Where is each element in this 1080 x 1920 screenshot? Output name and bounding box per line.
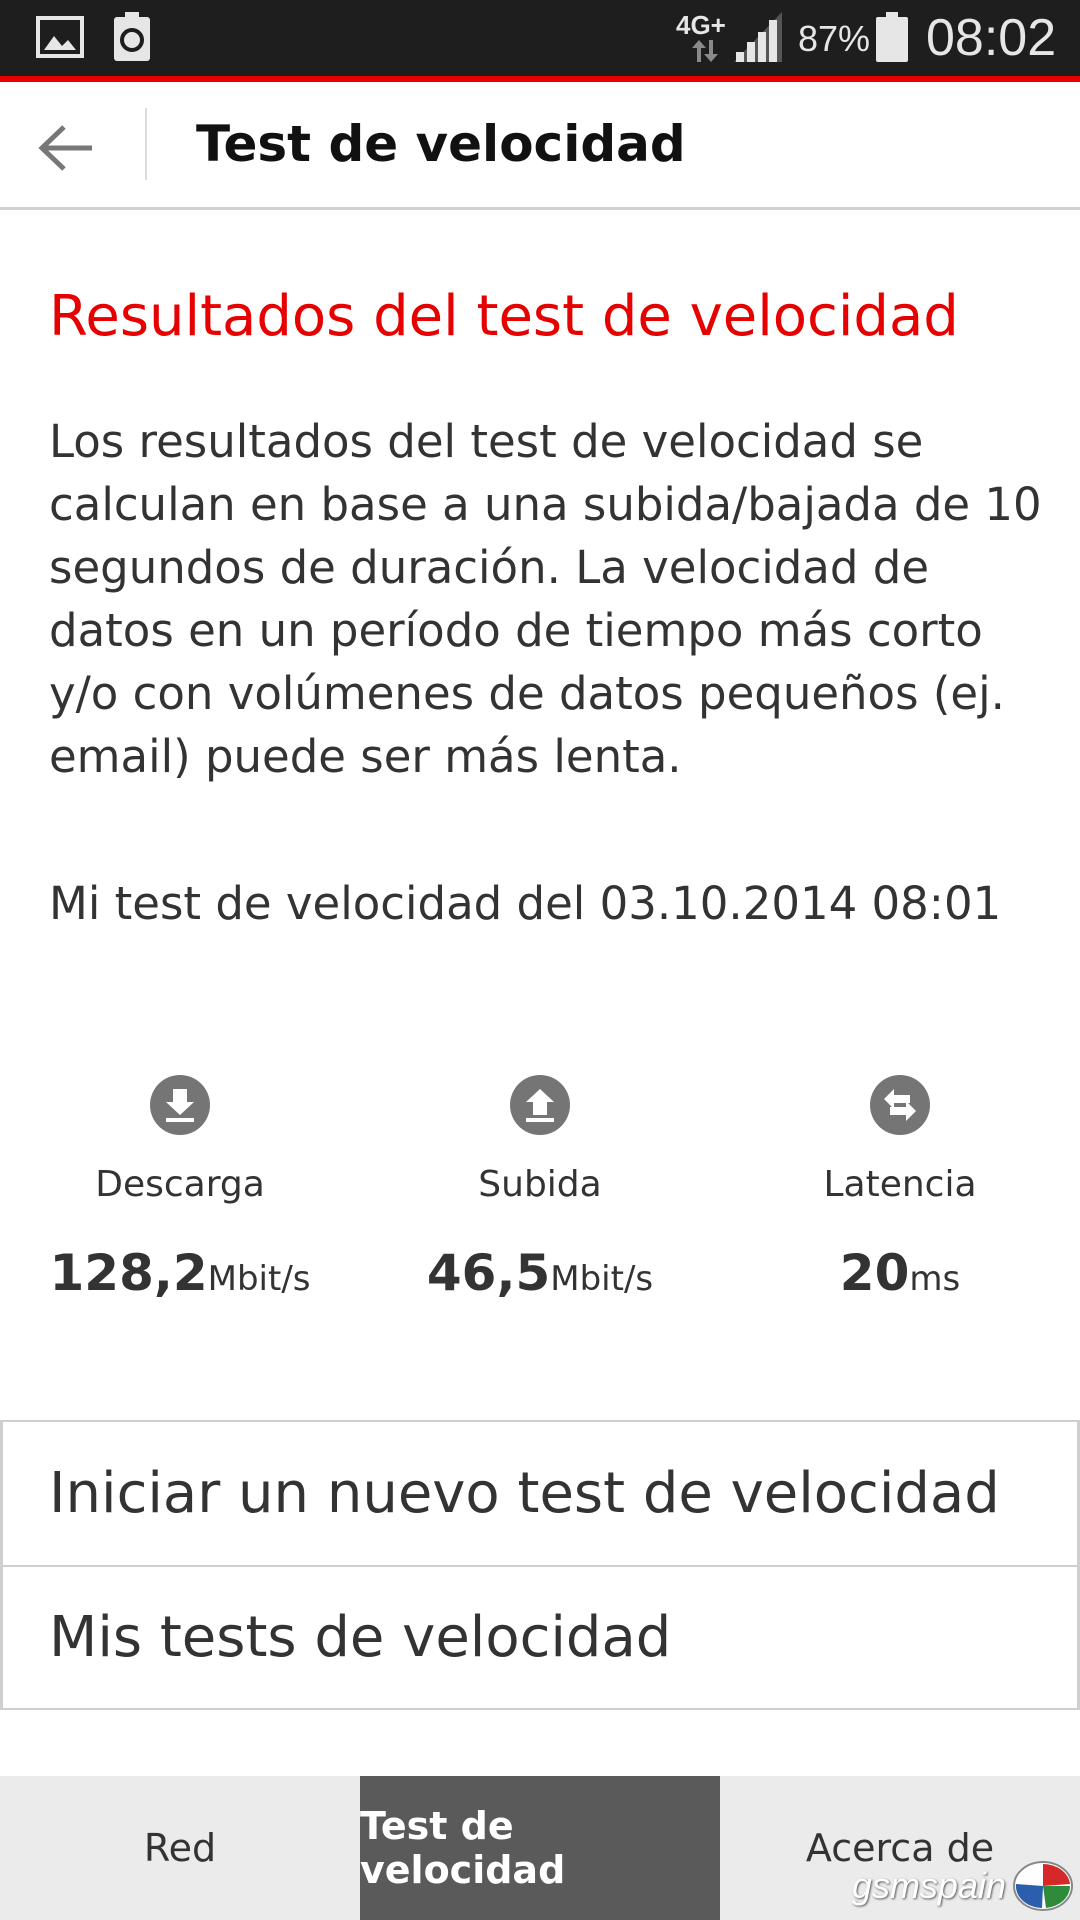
metric-value: 128,2Mbit/s [0,1243,360,1315]
results-description: Los resultados del test de velocidad se … [49,415,1042,783]
signal-icon [734,12,782,66]
metric-upload: Subida 46,5Mbit/s [360,1075,720,1315]
metric-value: 20ms [720,1243,1080,1315]
toolbar: Test de velocidad [0,82,1080,210]
watermark-logo-icon [1013,1861,1073,1911]
upload-icon [510,1075,570,1135]
recycle-notification-icon [112,12,152,66]
page-title: Test de velocidad [196,115,686,173]
watermark-text: gsmspain [851,1865,1006,1906]
upload-value: 46,5 [426,1244,551,1302]
upload-unit: Mbit/s [550,1259,654,1299]
tab-network[interactable]: Red [0,1776,360,1920]
latency-icon [870,1075,930,1135]
metric-latency: Latencia 20ms [720,1075,1080,1315]
network-type: 4G+ [676,10,726,40]
new-test-button[interactable]: Iniciar un nuevo test de velocidad [3,1422,1077,1565]
back-button[interactable] [30,112,102,184]
metric-value: 46,5Mbit/s [360,1243,720,1315]
clock: 08:02 [926,9,1057,67]
download-value: 128,2 [49,1244,208,1302]
download-unit: Mbit/s [207,1259,311,1299]
metric-label: Descarga [95,1164,265,1205]
results-title: Resultados del test de velocidad [49,284,959,349]
battery-percent: 87% [798,18,871,59]
battery-icon [876,12,908,66]
test-date: Mi test de velocidad del 03.10.2014 08:0… [49,877,1002,930]
arrow-left-icon [38,125,92,171]
metric-label: Subida [478,1164,602,1205]
metric-label: Latencia [823,1164,977,1205]
latency-unit: ms [909,1259,961,1299]
data-arrows-icon [690,40,718,66]
watermark: gsmspain [852,1860,1074,1912]
toolbar-divider [145,108,147,180]
metrics-row: Descarga 128,2Mbit/s Subida 46,5Mbit/s L… [0,1075,1080,1315]
metric-download: Descarga 128,2Mbit/s [0,1075,360,1315]
tab-speed-test[interactable]: Test de velocidad [360,1776,720,1920]
download-icon [150,1075,210,1135]
my-tests-button[interactable]: Mis tests de velocidad [3,1565,1077,1708]
latency-value: 20 [839,1244,910,1302]
status-bar: 4G+ 87% 08:02 [0,0,1080,76]
image-notification-icon [36,16,84,62]
action-list: Iniciar un nuevo test de velocidad Mis t… [0,1420,1080,1710]
